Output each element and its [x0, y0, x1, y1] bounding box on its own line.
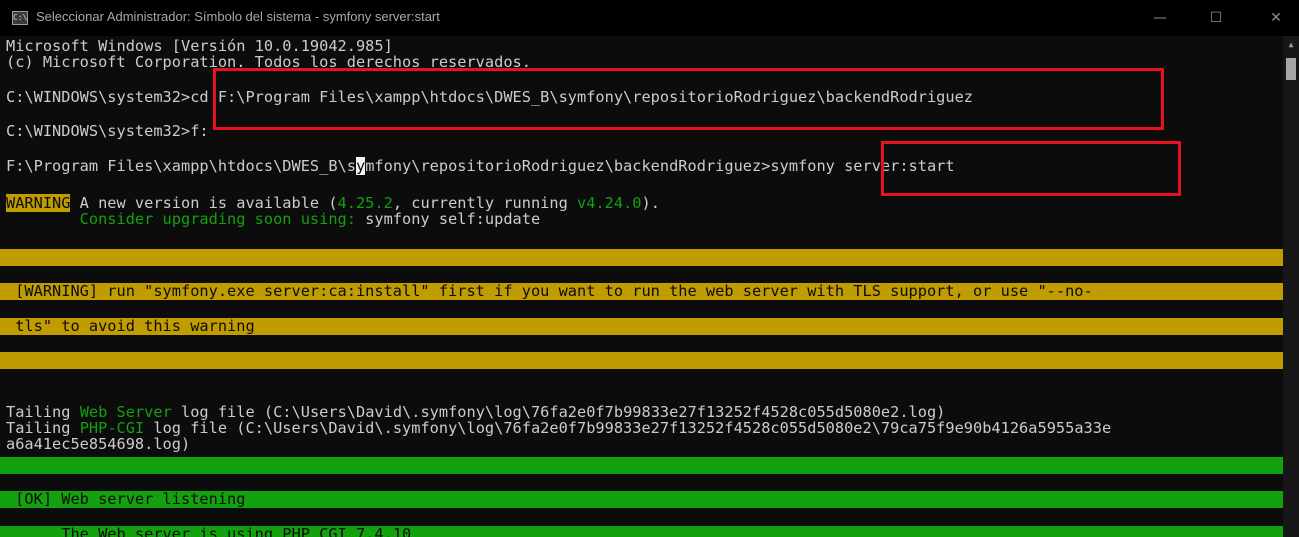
close-button[interactable]: ✕: [1253, 0, 1299, 36]
console-line-server-start: F:\Program Files\xampp\htdocs\DWES_B\sym…: [6, 157, 955, 175]
cd-command-highlight-box: [213, 68, 1164, 130]
warning-text: ).: [641, 194, 660, 212]
console-header-version: Microsoft Windows [Versión 10.0.19042.98…: [6, 37, 393, 55]
vertical-scrollbar[interactable]: ▲: [1283, 36, 1299, 537]
prompt-text: mfony\repositorioRodriguez\backendRodrig…: [365, 157, 771, 175]
current-version-number: v4.24.0: [577, 194, 642, 212]
console-app-icon: C:\: [12, 11, 28, 25]
warning-band-1: [0, 249, 1283, 266]
maximize-button[interactable]: ☐: [1193, 0, 1239, 36]
prompt-text: F:\Program Files\xampp\htdocs\DWES_B\s: [6, 157, 356, 175]
php-cgi-version-line: The Web server is using PHP CGI 7.4.10: [6, 525, 412, 537]
terminal-window[interactable]: C:\ Seleccionar Administrador: Símbolo d…: [0, 0, 1299, 537]
window-title: Seleccionar Administrador: Símbolo del s…: [36, 9, 440, 24]
scroll-up-arrow-icon[interactable]: ▲: [1283, 36, 1299, 54]
console-line-new-version: WARNING A new version is available (4.25…: [6, 194, 660, 212]
tailing-web-server-line: Tailing Web Server log file (C:\Users\Da…: [6, 404, 945, 420]
console-line-drive: C:\WINDOWS\system32>f:: [6, 123, 209, 139]
prompt-text: C:\WINDOWS\system32>: [6, 122, 191, 140]
command-text: f:: [190, 122, 209, 140]
server-start-highlight-box: [881, 141, 1181, 196]
tailing-php-cgi-line: Tailing PHP-CGI log file (C:\Users\David…: [6, 420, 1111, 436]
log-path: log file (C:\Users\David\.symfony\log\76…: [144, 419, 1112, 437]
tailing-php-cgi-line-cont: a6a41ec5e854698.log): [6, 435, 191, 453]
ok-band-1: [0, 457, 1283, 474]
ok-listening-line: [OK] Web server listening: [6, 490, 246, 508]
minimize-button[interactable]: —: [1137, 0, 1183, 36]
upgrade-hint: Consider upgrading soon using:: [6, 210, 366, 228]
console-line-upgrade: Consider upgrading soon using: symfony s…: [6, 211, 540, 227]
scroll-thumb[interactable]: [1286, 58, 1296, 80]
prompt-text: C:\WINDOWS\system32>: [6, 88, 191, 106]
title-bar[interactable]: C:\ Seleccionar Administrador: Símbolo d…: [0, 0, 1299, 36]
warning-band-4: [0, 352, 1283, 369]
tls-warning-line-1: [WARNING] run "symfony.exe server:ca:ins…: [6, 282, 1093, 300]
upgrade-command: symfony self:update: [365, 210, 541, 228]
text-cursor: y: [355, 157, 366, 175]
tls-warning-line-2: tls" to avoid this warning: [6, 317, 255, 335]
